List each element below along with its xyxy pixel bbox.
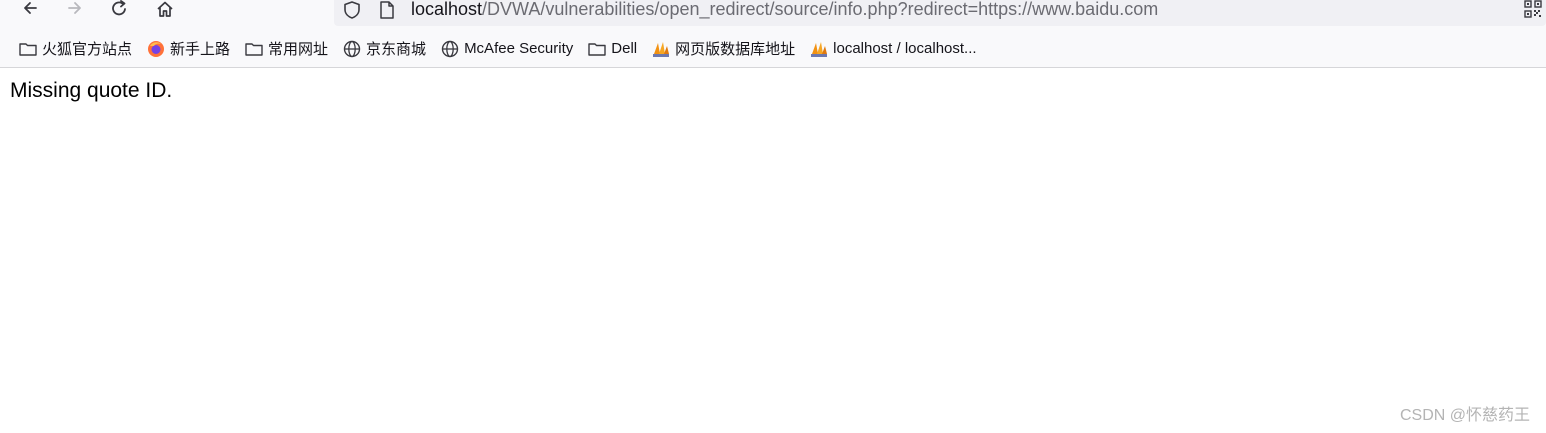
url-text[interactable]: localhost/DVWA/vulnerabilities/open_redi…: [411, 0, 1158, 20]
forward-button[interactable]: [61, 0, 89, 20]
bookmark-jd[interactable]: 京东商城: [338, 36, 430, 62]
globe-icon: [342, 39, 362, 59]
bookmark-dell[interactable]: Dell: [583, 36, 641, 62]
bookmark-common-sites[interactable]: 常用网址: [240, 36, 332, 62]
bookmark-mcafee[interactable]: McAfee Security: [436, 36, 577, 62]
bookmark-label: 常用网址: [268, 41, 329, 58]
phpmyadmin-icon: [809, 39, 829, 59]
bookmark-label: 新手上路: [170, 41, 231, 58]
arrow-left-icon: [24, 2, 37, 14]
home-button[interactable]: [151, 0, 179, 20]
bookmark-label: localhost / localhost...: [833, 40, 977, 57]
toolbar: localhost/DVWA/vulnerabilities/open_redi…: [0, 0, 1546, 30]
back-button[interactable]: [16, 0, 44, 20]
bookmark-label: McAfee Security: [464, 40, 574, 57]
url-host: localhost: [411, 0, 483, 19]
url-bar[interactable]: localhost/DVWA/vulnerabilities/open_redi…: [334, 0, 1546, 26]
bookmark-localhost[interactable]: localhost / localhost...: [805, 36, 980, 62]
qr-code-icon[interactable]: [1524, 0, 1542, 18]
arrow-right-icon: [68, 2, 81, 14]
shield-icon[interactable]: [342, 0, 362, 20]
reload-icon: [112, 0, 126, 16]
phpmyadmin-icon: [651, 39, 671, 59]
bookmark-label: 火狐官方站点: [42, 41, 133, 58]
page-info-icon[interactable]: [378, 0, 396, 20]
url-path: /DVWA/vulnerabilities/open_redirect/sour…: [482, 0, 1159, 19]
error-message: Missing quote ID.: [10, 79, 173, 102]
bookmark-db-web[interactable]: 网页版数据库地址: [647, 36, 799, 62]
bookmark-label: Dell: [611, 40, 638, 57]
bookmark-label: 京东商城: [366, 41, 427, 58]
watermark: CSDN @怀慈药王: [1399, 407, 1530, 424]
globe-icon: [440, 39, 460, 59]
firefox-icon: [146, 39, 166, 59]
bookmarks-bar: 火狐官方站点 新手上路 常用网址 京东商城 McAfee Security De…: [0, 30, 1546, 68]
reload-button[interactable]: [106, 0, 134, 20]
folder-icon: [587, 39, 607, 59]
bookmark-label: 网页版数据库地址: [675, 41, 796, 58]
bookmark-getting-started[interactable]: 新手上路: [142, 36, 234, 62]
browser-window: localhost/DVWA/vulnerabilities/open_redi…: [0, 0, 1546, 433]
folder-icon: [244, 39, 264, 59]
home-icon: [157, 1, 173, 17]
bookmark-firefox-official[interactable]: 火狐官方站点: [14, 36, 136, 62]
folder-icon: [18, 39, 38, 59]
page-content: Missing quote ID. CSDN @怀慈药王: [0, 69, 1546, 433]
